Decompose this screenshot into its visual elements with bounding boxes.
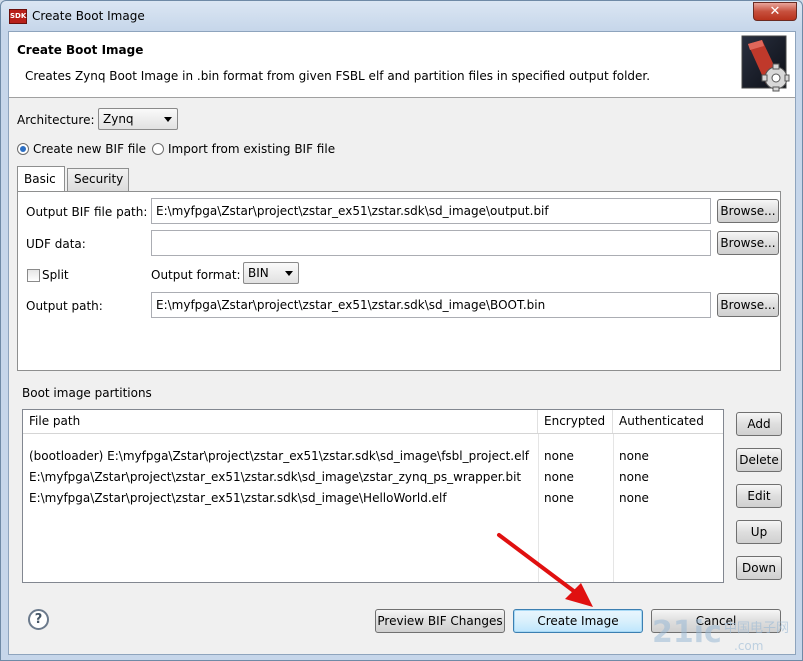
row-file-path: E:\myfpga\Zstar\project\zstar_ex51\zstar… <box>29 470 522 484</box>
udf-data-label: UDF data: <box>26 237 86 251</box>
udf-data-input[interactable] <box>151 230 711 256</box>
split-label: Split <box>42 268 69 282</box>
partitions-section-label: Boot image partitions <box>22 386 152 400</box>
preview-bif-changes-button[interactable]: Preview BIF Changes <box>375 609 505 633</box>
output-format-select[interactable]: BIN <box>243 262 299 284</box>
banner-title: Create Boot Image <box>17 43 144 57</box>
output-format-label: Output format: <box>151 268 241 282</box>
split-checkbox[interactable] <box>27 269 40 282</box>
browse-bif-button[interactable]: Browse... <box>717 199 779 223</box>
row-authenticated: none <box>619 470 649 484</box>
browse-udf-button[interactable]: Browse... <box>717 231 779 255</box>
output-format-value: BIN <box>248 266 269 280</box>
architecture-select[interactable]: Zynq <box>98 108 178 130</box>
radio-unchecked-icon[interactable] <box>152 143 164 155</box>
create-new-bif-label: Create new BIF file <box>33 142 147 156</box>
dialog-client-area: Create Boot Image Creates Zynq Boot Imag… <box>8 31 796 655</box>
move-down-button[interactable]: Down <box>736 556 782 580</box>
chevron-down-icon <box>285 271 293 276</box>
browse-output-button[interactable]: Browse... <box>717 293 779 317</box>
title-bar[interactable]: SDK Create Boot Image ✕ <box>1 1 802 31</box>
chevron-down-icon <box>164 117 172 122</box>
output-bif-path-input[interactable]: E:\myfpga\Zstar\project\zstar_ex51\zstar… <box>151 198 711 224</box>
row-encrypted: none <box>544 449 574 463</box>
help-icon[interactable]: ? <box>28 609 49 630</box>
row-file-path: (bootloader) E:\myfpga\Zstar\project\zst… <box>29 449 530 463</box>
partitions-table[interactable]: File path Encrypted Authenticated (bootl… <box>22 409 724 583</box>
delete-partition-button[interactable]: Delete <box>736 448 782 472</box>
move-up-button[interactable]: Up <box>736 520 782 544</box>
banner-description: Creates Zynq Boot Image in .bin format f… <box>25 69 651 83</box>
output-bif-label: Output BIF file path: <box>26 205 148 219</box>
radio-checked-icon[interactable] <box>17 143 29 155</box>
row-encrypted: none <box>544 491 574 505</box>
create-image-button[interactable]: Create Image <box>513 609 643 633</box>
row-authenticated: none <box>619 449 649 463</box>
basic-tab-panel: Output BIF file path: E:\myfpga\Zstar\pr… <box>17 191 781 371</box>
column-encrypted[interactable]: Encrypted <box>538 410 613 433</box>
output-path-label: Output path: <box>26 299 103 313</box>
column-file-path[interactable]: File path <box>23 410 538 433</box>
architecture-value: Zynq <box>103 112 134 126</box>
import-bif-label: Import from existing BIF file <box>168 142 336 156</box>
cancel-button[interactable]: Cancel <box>651 609 781 633</box>
row-encrypted: none <box>544 470 574 484</box>
table-row[interactable]: E:\myfpga\Zstar\project\zstar_ex51\zstar… <box>23 467 723 488</box>
table-header: File path Encrypted Authenticated <box>23 410 723 434</box>
edit-partition-button[interactable]: Edit <box>736 484 782 508</box>
radio-create-new[interactable]: Create new BIF file <box>17 142 146 156</box>
close-button[interactable]: ✕ <box>753 2 797 21</box>
add-partition-button[interactable]: Add <box>736 412 782 436</box>
dialog-window: SDK Create Boot Image ✕ Create Boot Imag… <box>0 0 803 661</box>
row-authenticated: none <box>619 491 649 505</box>
architecture-label: Architecture: <box>17 113 95 127</box>
tab-basic[interactable]: Basic <box>17 166 65 191</box>
radio-import-existing[interactable]: Import from existing BIF file <box>152 142 335 156</box>
table-row[interactable]: E:\myfpga\Zstar\project\zstar_ex51\zstar… <box>23 488 723 509</box>
output-path-input[interactable]: E:\myfpga\Zstar\project\zstar_ex51\zstar… <box>151 292 711 318</box>
tab-security[interactable]: Security <box>67 168 129 191</box>
window-title: Create Boot Image <box>32 9 145 23</box>
sdk-app-icon: SDK <box>9 9 27 24</box>
boot-image-gear-icon <box>741 35 790 92</box>
row-file-path: E:\myfpga\Zstar\project\zstar_ex51\zstar… <box>29 491 447 505</box>
table-row[interactable]: (bootloader) E:\myfpga\Zstar\project\zst… <box>23 446 723 467</box>
column-authenticated[interactable]: Authenticated <box>613 410 723 433</box>
header-banner: Create Boot Image Creates Zynq Boot Imag… <box>9 32 795 98</box>
